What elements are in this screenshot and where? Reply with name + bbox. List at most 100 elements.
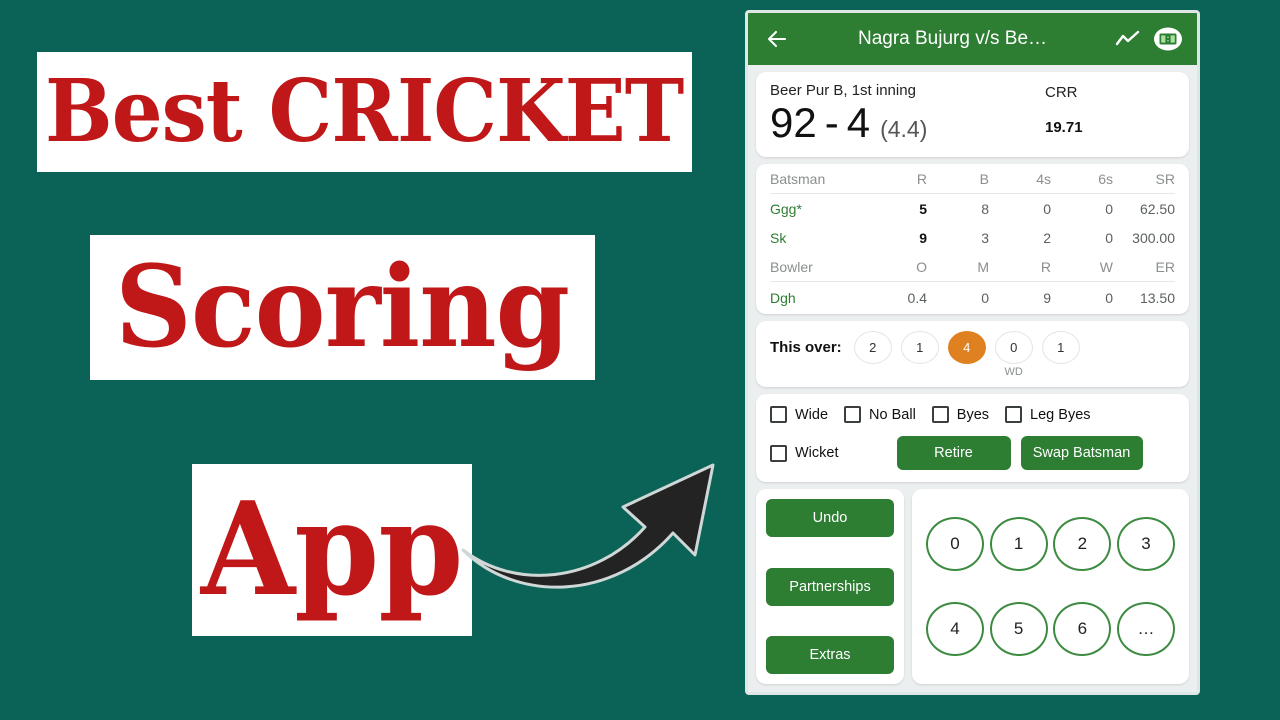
- checkbox-box-icon: [931, 406, 949, 424]
- col-header-sr: SR: [1155, 170, 1175, 187]
- promo-headline-box-2: Scoring: [90, 235, 595, 380]
- action-button-column: Undo Partnerships Extras: [756, 489, 904, 684]
- col-header-er: ER: [1155, 258, 1175, 275]
- score-left-block: Beer Pur B, 1st inning 92 - 4 (4.4): [770, 82, 1045, 145]
- crr-block: CRR 19.71: [1045, 82, 1175, 136]
- col-header-r: R: [1040, 258, 1051, 275]
- promo-headline-2: Scoring: [115, 241, 570, 373]
- bowler-name: Dgh: [770, 290, 796, 307]
- checkbox-wide[interactable]: Wide: [770, 406, 829, 424]
- col-header-o: O: [916, 258, 927, 275]
- crr-value: 19.71: [1045, 119, 1083, 136]
- swap-batsman-button[interactable]: Swap Batsman: [1020, 436, 1143, 471]
- promo-headline-box-1: Best CRICKET: [37, 52, 692, 172]
- batsman-name: Ggg*: [770, 200, 802, 217]
- ball-indicator[interactable]: 4: [947, 331, 986, 379]
- batsman-fours: 0: [1043, 200, 1051, 217]
- promo-headline-box-3: App: [192, 464, 472, 636]
- wickets-value: 4: [846, 99, 871, 146]
- run-button-2[interactable]: 2: [1053, 516, 1112, 571]
- runs-value: 92: [770, 99, 817, 146]
- scoreboard-icon[interactable]: [1151, 22, 1185, 56]
- checkbox-leg-byes[interactable]: Leg Byes: [1005, 406, 1091, 424]
- ball-indicator[interactable]: 1: [1041, 331, 1080, 379]
- ball-indicator[interactable]: 0 WD: [994, 331, 1033, 379]
- run-button-6[interactable]: 6: [1053, 602, 1112, 657]
- checkbox-label: Byes: [956, 406, 990, 423]
- this-over-balls: 2 1 4 0 WD 1: [853, 331, 1080, 379]
- batsman-name: Sk: [770, 229, 787, 246]
- ball-value: 1: [1041, 331, 1080, 365]
- checkbox-label: No Ball: [869, 406, 916, 423]
- checkbox-wicket[interactable]: Wicket: [770, 444, 839, 462]
- ball-tag: WD: [1004, 366, 1023, 379]
- bowler-maidens: 0: [981, 290, 989, 307]
- batsman-runs: 9: [919, 229, 927, 246]
- run-button-0[interactable]: 0: [926, 516, 984, 571]
- ball-value: 2: [853, 331, 892, 365]
- retire-button[interactable]: Retire: [896, 436, 1011, 471]
- bottom-controls-row: Undo Partnerships Extras 0 1 2 3 4 5 6 …: [756, 489, 1189, 684]
- batsman-strike-rate: 62.50: [1139, 200, 1175, 217]
- numpad-row-1: 0 1 2 3: [926, 516, 1175, 571]
- extras-checkbox-row: Wide No Ball Byes Leg Byes: [770, 406, 1177, 424]
- ball-indicator[interactable]: 2: [853, 331, 892, 379]
- ball-value: 1: [900, 331, 939, 365]
- ball-value: 4: [947, 331, 986, 365]
- col-header-6s: 6s: [1098, 170, 1113, 187]
- app-bar: Nagra Bujurg v/s Be…: [748, 13, 1197, 65]
- col-header-bowler: Bowler: [770, 258, 813, 275]
- col-header-w: W: [1099, 258, 1113, 275]
- team-inning-label: Beer Pur B, 1st inning: [770, 82, 916, 99]
- back-arrow-icon[interactable]: [760, 22, 794, 56]
- overs-value: (4.4): [880, 116, 928, 142]
- promo-headline-1: Best CRICKET: [45, 61, 684, 162]
- col-header-m: M: [977, 258, 989, 275]
- this-over-card: This over: 2 1 4 0 WD 1: [756, 321, 1189, 388]
- batsman-fours: 2: [1043, 229, 1051, 246]
- table-row[interactable]: Dgh 0.4 0 9 0 13.50: [770, 281, 1175, 314]
- checkbox-label: Wicket: [795, 445, 839, 462]
- curved-arrow-icon: [461, 463, 715, 589]
- col-header-r: R: [916, 170, 927, 187]
- table-row[interactable]: Ggg* 5 8 0 0 62.50: [770, 193, 1175, 223]
- run-button-3[interactable]: 3: [1116, 516, 1175, 571]
- promo-panel: Best CRICKET Scoring App: [0, 0, 740, 720]
- this-over-label: This over:: [770, 339, 842, 357]
- run-button-4[interactable]: 4: [926, 602, 984, 657]
- run-button-1[interactable]: 1: [989, 516, 1048, 571]
- checkbox-label: Wide: [795, 406, 829, 423]
- partnerships-button[interactable]: Partnerships: [766, 567, 894, 606]
- run-numpad: 0 1 2 3 4 5 6 …: [912, 489, 1189, 684]
- bowler-overs: 0.4: [907, 290, 927, 307]
- batsman-sixes: 0: [1105, 200, 1113, 217]
- stats-card: Batsman R B 4s 6s SR Ggg* 5 8 0 0 62.50 …: [756, 164, 1189, 315]
- batsman-table-header: Batsman R B 4s 6s SR: [770, 164, 1175, 193]
- phone-screenshot-frame: Nagra Bujurg v/s Be… Beer Pur B, 1st inn…: [745, 10, 1200, 695]
- score-summary-card: Beer Pur B, 1st inning 92 - 4 (4.4) CRR …: [756, 72, 1189, 158]
- col-header-4s: 4s: [1036, 170, 1051, 187]
- run-button-5[interactable]: 5: [989, 602, 1048, 657]
- ball-indicator[interactable]: 1: [900, 331, 939, 379]
- extras-button[interactable]: Extras: [766, 636, 894, 674]
- score-main-line: 92 - 4 (4.4): [770, 99, 1045, 146]
- score-separator: -: [824, 99, 839, 146]
- run-button-more[interactable]: …: [1116, 602, 1175, 657]
- checkbox-label: Leg Byes: [1030, 406, 1091, 423]
- table-row[interactable]: Sk 9 3 2 0 300.00: [770, 223, 1175, 252]
- trending-line-icon[interactable]: [1111, 22, 1145, 56]
- col-header-b: B: [979, 170, 989, 187]
- checkbox-no-ball[interactable]: No Ball: [844, 406, 916, 424]
- checkbox-byes[interactable]: Byes: [931, 406, 990, 424]
- batsman-sixes: 0: [1105, 229, 1113, 246]
- bowler-wickets: 0: [1105, 290, 1113, 307]
- batsman-strike-rate: 300.00: [1132, 229, 1175, 246]
- undo-button[interactable]: Undo: [766, 499, 894, 538]
- bowler-table-header: Bowler O M R W ER: [770, 252, 1175, 281]
- crr-label: CRR: [1045, 84, 1078, 101]
- checkbox-box-icon: [1005, 406, 1023, 424]
- batsman-balls: 8: [981, 200, 989, 217]
- extras-card: Wide No Ball Byes Leg Byes Wicket Retire…: [756, 394, 1189, 483]
- batsman-balls: 3: [981, 229, 989, 246]
- numpad-row-2: 4 5 6 …: [926, 602, 1175, 657]
